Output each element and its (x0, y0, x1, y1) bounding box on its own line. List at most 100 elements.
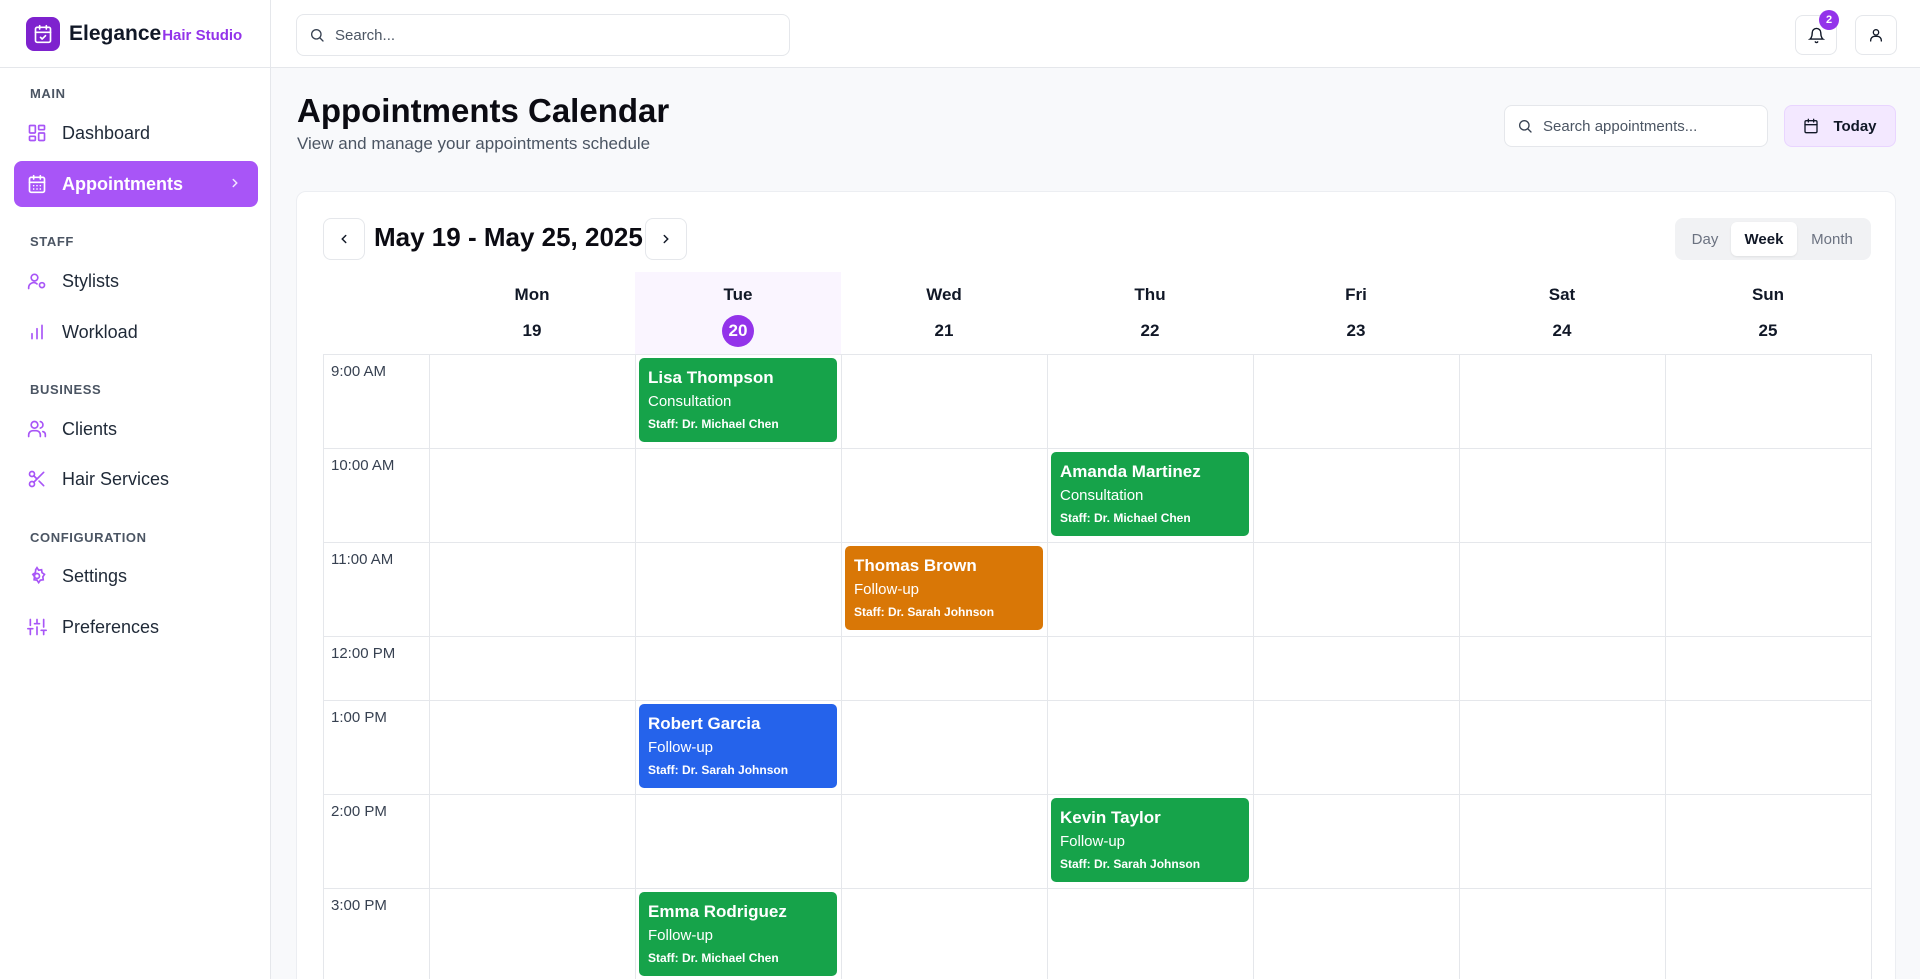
appointment-card[interactable]: Lisa Thompson Consultation Staff: Dr. Mich… (639, 358, 837, 442)
dashboard-icon (27, 123, 47, 143)
sidebar: Elegance Hair Studio MAIN Dashboard Appo… (0, 0, 271, 979)
grid-column-line (1665, 354, 1666, 979)
chevron-right-icon (228, 176, 242, 190)
time-row: 9:00 AM (323, 354, 1871, 448)
time-row: 1:00 PM (323, 700, 1871, 794)
appointment-client: Amanda Martinez (1060, 462, 1201, 481)
section-configuration: CONFIGURATION (30, 530, 147, 545)
sidebar-item-workload[interactable]: Workload (14, 309, 258, 355)
grid-column-line (429, 354, 430, 979)
day-date: 21 (934, 321, 954, 340)
global-search[interactable] (296, 14, 790, 56)
day-header: Fri 23 (1253, 272, 1459, 354)
sidebar-item-label: Clients (62, 418, 118, 439)
search-input[interactable] (335, 26, 735, 44)
time-label: 2:00 PM (331, 803, 387, 820)
day-date: 23 (1346, 321, 1366, 340)
sidebar-item-dashboard[interactable]: Dashboard (14, 110, 258, 156)
appointment-card[interactable]: Robert Garcia Follow-up Staff: Dr. Sarah J… (639, 704, 837, 788)
user-gear-icon (27, 271, 47, 291)
day-name: Mon (514, 285, 550, 304)
bell-icon (1807, 27, 1825, 44)
appointment-search[interactable] (1504, 105, 1768, 147)
appointment-card[interactable]: Thomas Brown Follow-up Staff: Dr. Sarah Jo… (845, 546, 1043, 630)
day-name: Thu (1134, 285, 1166, 304)
grid-left-line (323, 354, 324, 979)
day-name: Wed (926, 285, 962, 304)
day-name: Sun (1751, 285, 1785, 304)
week-range: May 19 - May 25, 2025 (374, 222, 643, 252)
sidebar-item-appointments[interactable]: Appointments (14, 161, 258, 207)
today-button[interactable]: Today (1784, 105, 1896, 147)
prev-week-button[interactable] (323, 218, 365, 260)
sidebar-item-label: Dashboard (62, 122, 151, 143)
appointment-staff: Staff: Dr. Michael Chen (648, 417, 779, 431)
sidebar-item-settings[interactable]: Settings (14, 553, 258, 599)
appointment-card[interactable]: Kevin Taylor Follow-up Staff: Dr. Sarah Jo… (1051, 798, 1249, 882)
notifications-button[interactable]: 2 (1795, 10, 1839, 55)
notification-badge: 2 (1819, 10, 1839, 30)
brand-subtitle: Hair Studio (162, 27, 243, 44)
sidebar-item-clients[interactable]: Clients (14, 406, 258, 452)
appointment-type: Consultation (648, 393, 732, 410)
appointment-staff: Staff: Dr. Sarah Johnson (1060, 857, 1201, 871)
appointment-staff: Staff: Dr. Sarah Johnson (648, 763, 789, 777)
appointment-client: Thomas Brown (854, 556, 977, 575)
day-name: Tue (723, 285, 753, 304)
time-label: 3:00 PM (331, 897, 387, 914)
sidebar-item-label: Stylists (62, 270, 120, 291)
appointment-staff: Staff: Dr. Michael Chen (648, 951, 779, 965)
appointment-type: Consultation (1060, 487, 1144, 504)
day-header: Wed 21 (841, 272, 1047, 354)
section-staff: STAFF (30, 234, 74, 249)
view-month-button[interactable]: Month (1797, 222, 1867, 256)
calendar-icon (27, 174, 47, 194)
day-header: Tue 20 (635, 272, 841, 354)
appointment-card[interactable]: Amanda Martinez Consultation Staff: Dr. Mi… (1051, 452, 1249, 536)
users-icon (27, 419, 47, 439)
sidebar-item-hair-services[interactable]: Hair Services (14, 456, 258, 502)
time-row: 12:00 PM (323, 636, 1871, 700)
time-label: 11:00 AM (331, 551, 394, 568)
time-label: 10:00 AM (331, 457, 395, 474)
time-label: 1:00 PM (331, 709, 387, 726)
sidebar-item-label: Workload (62, 321, 138, 342)
appointment-type: Follow-up (854, 581, 920, 598)
day-header: Sat 24 (1459, 272, 1665, 354)
sidebar-item-preferences[interactable]: Preferences (14, 604, 258, 650)
appointment-staff: Staff: Dr. Michael Chen (1060, 511, 1191, 525)
appointment-client: Lisa Thompson (648, 368, 774, 387)
section-main: MAIN (30, 86, 66, 101)
today-label: Today (1833, 117, 1877, 135)
scissors-icon (27, 469, 47, 489)
view-day-button[interactable]: Day (1679, 222, 1731, 256)
profile-button[interactable] (1855, 15, 1897, 55)
sidebar-item-stylists[interactable]: Stylists (14, 258, 258, 304)
brand[interactable]: Elegance Hair Studio (0, 0, 270, 68)
day-date: 22 (1140, 321, 1160, 340)
appointment-search-input[interactable] (1543, 117, 1753, 135)
grid-column-line (1047, 354, 1048, 979)
time-row: 11:00 AM (323, 542, 1871, 636)
sidebar-item-label: Appointments (62, 173, 183, 194)
next-week-button[interactable] (645, 218, 687, 260)
sidebar-item-label: Preferences (62, 616, 160, 637)
sidebar-item-label: Hair Services (62, 468, 170, 489)
search-icon (309, 27, 325, 43)
gear-icon (27, 566, 47, 586)
view-week-button[interactable]: Week (1731, 222, 1797, 256)
page-title: Appointments Calendar (297, 92, 670, 129)
day-name: Fri (1345, 285, 1367, 304)
chevron-left-icon (337, 232, 351, 246)
time-row: 3:00 PM (323, 888, 1871, 979)
section-business: BUSINESS (30, 382, 102, 397)
grid-column-line (635, 354, 636, 979)
appointment-type: Follow-up (648, 739, 714, 756)
sliders-icon (27, 617, 47, 637)
appointment-type: Follow-up (648, 927, 714, 944)
day-header: Mon 19 (429, 272, 635, 354)
bar-chart-icon (27, 322, 47, 342)
grid-column-line (1459, 354, 1460, 979)
appointment-card[interactable]: Emma Rodriguez Follow-up Staff: Dr. Michae… (639, 892, 837, 976)
appointment-client: Kevin Taylor (1060, 808, 1161, 827)
